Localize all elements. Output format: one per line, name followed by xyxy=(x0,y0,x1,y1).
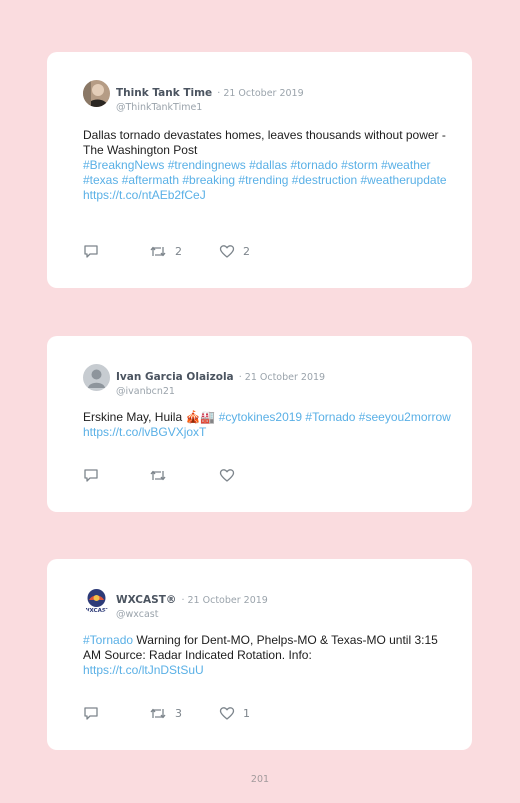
tweet-actions: 2 2 xyxy=(83,244,283,260)
like-icon xyxy=(219,245,235,258)
tweet-hashtags[interactable]: #cytokines2019 #Tornado #seeyou2morrow xyxy=(219,410,451,424)
tweet-hashtags[interactable]: #Tornado xyxy=(83,633,133,647)
like-button[interactable]: 2 xyxy=(219,244,250,259)
retweet-count: 3 xyxy=(175,707,182,720)
tweet-meta: Think Tank Time · 21 October 2019 @Think… xyxy=(116,81,304,113)
like-button[interactable]: 1 xyxy=(219,706,250,721)
tweet-card: Think Tank Time · 21 October 2019 @Think… xyxy=(47,52,472,288)
tweet-card: WXCAST WXCAST® · 21 October 2019 @wxcast… xyxy=(47,559,472,750)
author-handle[interactable]: @ThinkTankTime1 xyxy=(116,102,304,113)
author-handle[interactable]: @ivanbcn21 xyxy=(116,386,325,397)
author-name[interactable]: Ivan Garcia Olaizola xyxy=(116,371,234,383)
tweet-actions xyxy=(83,468,283,484)
tweet-date: · 21 October 2019 xyxy=(181,595,268,606)
reply-icon xyxy=(84,469,98,482)
retweet-icon xyxy=(150,470,166,481)
tweet-meta: WXCAST® · 21 October 2019 @wxcast xyxy=(116,588,268,620)
tweet-meta: Ivan Garcia Olaizola · 21 October 2019 @… xyxy=(116,365,325,397)
author-handle[interactable]: @wxcast xyxy=(116,609,268,620)
page-number: 201 xyxy=(250,774,270,785)
tweet-actions: 3 1 xyxy=(83,706,283,722)
author-name[interactable]: WXCAST® xyxy=(116,594,176,606)
like-button[interactable] xyxy=(219,468,235,483)
like-icon xyxy=(219,707,235,720)
tweet-text-plain: Warning for Dent-MO, Phelps-MO & Texas-M… xyxy=(83,633,438,662)
retweet-button[interactable]: 3 xyxy=(149,706,182,721)
retweet-icon xyxy=(150,246,166,257)
avatar[interactable] xyxy=(83,364,110,391)
tweet-card: Ivan Garcia Olaizola · 21 October 2019 @… xyxy=(47,336,472,512)
reply-button[interactable] xyxy=(83,706,99,721)
tweet-date: · 21 October 2019 xyxy=(217,88,304,99)
tweet-text: Erskine May, Huila 🎪🏭 #cytokines2019 #To… xyxy=(83,410,453,440)
tweet-text-plain: Dallas tornado devastates homes, leaves … xyxy=(83,128,446,157)
avatar[interactable]: WXCAST xyxy=(83,587,110,614)
like-count: 1 xyxy=(243,707,250,720)
author-name[interactable]: Think Tank Time xyxy=(116,87,212,99)
tweet-date: · 21 October 2019 xyxy=(238,372,326,383)
tweet-link[interactable]: https://t.co/ntAEb2fCeJ xyxy=(83,188,206,202)
tweet-link[interactable]: https://t.co/ltJnDStSuU xyxy=(83,663,204,677)
retweet-count: 2 xyxy=(175,245,182,258)
avatar-logo-text: WXCAST xyxy=(83,608,109,614)
like-count: 2 xyxy=(243,245,250,258)
retweet-button[interactable]: 2 xyxy=(149,244,182,259)
retweet-icon xyxy=(150,708,166,719)
avatar[interactable] xyxy=(83,80,110,107)
tweet-text-plain: Erskine May, Huila 🎪🏭 xyxy=(83,410,216,424)
tweet-hashtags[interactable]: #BreakngNews #trendingnews #dallas #torn… xyxy=(83,158,447,187)
tweet-link[interactable]: https://t.co/lvBGVXjoxT xyxy=(83,425,206,439)
like-icon xyxy=(219,469,235,482)
tweet-text: #Tornado Warning for Dent-MO, Phelps-MO … xyxy=(83,633,453,678)
reply-icon xyxy=(84,707,98,720)
reply-button[interactable] xyxy=(83,468,99,483)
retweet-button[interactable] xyxy=(149,468,167,483)
reply-button[interactable] xyxy=(83,244,99,259)
tweet-text: Dallas tornado devastates homes, leaves … xyxy=(83,128,453,203)
reply-icon xyxy=(84,245,98,258)
